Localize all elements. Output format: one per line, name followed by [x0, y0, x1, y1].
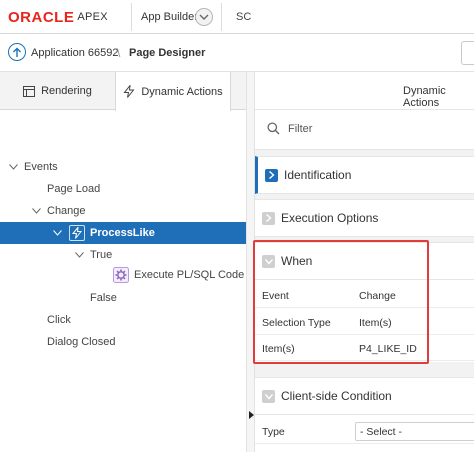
oracle-apex-logo[interactable]: ORACLE APEX — [8, 8, 108, 26]
tree-node-click[interactable]: Click — [47, 310, 71, 330]
tree-node-true[interactable]: True — [90, 245, 112, 265]
chevron-right-icon — [265, 168, 278, 182]
property-editor-title: Dynamic Actions — [403, 85, 446, 109]
prop-value[interactable]: Item(s) — [359, 317, 392, 329]
chevron-down-icon[interactable] — [7, 157, 19, 177]
search-icon — [267, 122, 280, 138]
tree-label: ProcessLike — [90, 227, 155, 239]
breadcrumb-page-designer: Page Designer — [129, 47, 206, 59]
chevron-down-icon — [262, 254, 275, 268]
tree-label: Click — [47, 314, 71, 326]
prop-row-event[interactable]: Event Change — [255, 282, 474, 308]
prop-row-selection-type[interactable]: Selection Type Item(s) — [255, 309, 474, 335]
section-title: Identification — [284, 168, 352, 182]
prop-value[interactable]: Change — [359, 290, 396, 302]
prop-label: Selection Type — [262, 317, 331, 329]
filter-input[interactable]: Filter — [255, 110, 474, 150]
tab-dynamic-actions[interactable]: Dynamic Actions — [115, 72, 231, 111]
breadcrumb-separator: \ — [117, 46, 121, 60]
type-select[interactable]: - Select - — [355, 422, 474, 441]
rendering-icon — [23, 85, 36, 97]
gear-icon — [113, 267, 129, 283]
chevron-down-icon[interactable] — [195, 8, 213, 26]
prop-label: Event — [262, 290, 289, 302]
tree-label: Execute PL/SQL Code — [134, 269, 245, 281]
arrow-up-icon[interactable] — [8, 43, 26, 61]
left-tabs: Rendering Dynamic Actions — [0, 72, 246, 111]
chevron-down-icon[interactable] — [73, 245, 85, 265]
toolbar-button[interactable] — [461, 41, 474, 65]
prop-label: Item(s) — [262, 343, 295, 355]
pane-splitter[interactable] — [246, 72, 255, 452]
lightning-icon — [69, 225, 85, 241]
prop-value[interactable]: P4_LIKE_ID — [359, 343, 417, 355]
app-builder-menu[interactable]: App Builder — [131, 3, 222, 31]
section-client-side-condition[interactable]: Client-side Condition — [255, 377, 474, 415]
tree-node-false[interactable]: False — [90, 288, 117, 308]
property-editor: Dynamic Actions Filter Identification Ex… — [255, 72, 474, 452]
tree-label: Events — [24, 161, 58, 173]
breadcrumb: Application 66592 \ Page Designer — [0, 34, 474, 72]
type-select-value: - Select - — [360, 426, 403, 438]
caret-right-icon[interactable] — [249, 411, 254, 419]
section-execution-options[interactable]: Execution Options — [255, 199, 474, 237]
tree-label: False — [90, 292, 117, 304]
section-title: When — [281, 254, 313, 268]
section-title: Execution Options — [281, 211, 379, 225]
sql-workshop-tab[interactable]: SC — [236, 11, 251, 23]
tree-node-page-load[interactable]: Page Load — [47, 179, 100, 199]
section-title: Client-side Condition — [281, 389, 392, 403]
breadcrumb-application[interactable]: Application 66592 — [31, 47, 118, 59]
section-when[interactable]: When — [255, 242, 474, 280]
tree-label: True — [90, 249, 113, 261]
prop-label: Type — [262, 426, 285, 438]
chevron-right-icon — [262, 211, 275, 225]
section-identification[interactable]: Identification — [255, 156, 474, 194]
lightning-icon — [123, 85, 135, 98]
section-gap — [255, 362, 474, 377]
tab-dynamic-actions-label: Dynamic Actions — [141, 85, 223, 98]
tree-label: Dialog Closed — [47, 336, 116, 348]
chevron-down-icon[interactable] — [30, 201, 42, 221]
logo-apex-text: APEX — [77, 11, 108, 23]
chevron-down-icon — [262, 389, 275, 403]
top-header: ORACLE APEX App Builder SC — [0, 0, 474, 34]
tab-rendering[interactable]: Rendering — [0, 72, 115, 110]
tree-node-events[interactable]: Events — [24, 157, 58, 177]
tree-node-processlike[interactable]: ProcessLike — [0, 222, 246, 244]
tab-rendering-label: Rendering — [41, 85, 92, 97]
tree-label: Page Load — [47, 183, 101, 195]
tree-label: Change — [47, 205, 86, 217]
tree-node-dialog-closed[interactable]: Dialog Closed — [47, 332, 115, 352]
tree-node-execute-plsql[interactable]: Execute PL/SQL Code — [134, 265, 244, 285]
app-builder-label: App Builder — [141, 11, 198, 23]
left-pane: Rendering Dynamic Actions Events Page Lo… — [0, 72, 246, 452]
tree-node-change[interactable]: Change — [47, 201, 86, 221]
property-editor-header: Dynamic Actions — [255, 72, 474, 110]
chevron-down-icon[interactable] — [51, 223, 63, 243]
filter-placeholder: Filter — [288, 123, 313, 135]
logo-oracle-text: ORACLE — [8, 8, 75, 26]
prop-row-items[interactable]: Item(s) P4_LIKE_ID — [255, 335, 474, 361]
prop-row-type[interactable]: Type - Select - — [255, 418, 474, 444]
